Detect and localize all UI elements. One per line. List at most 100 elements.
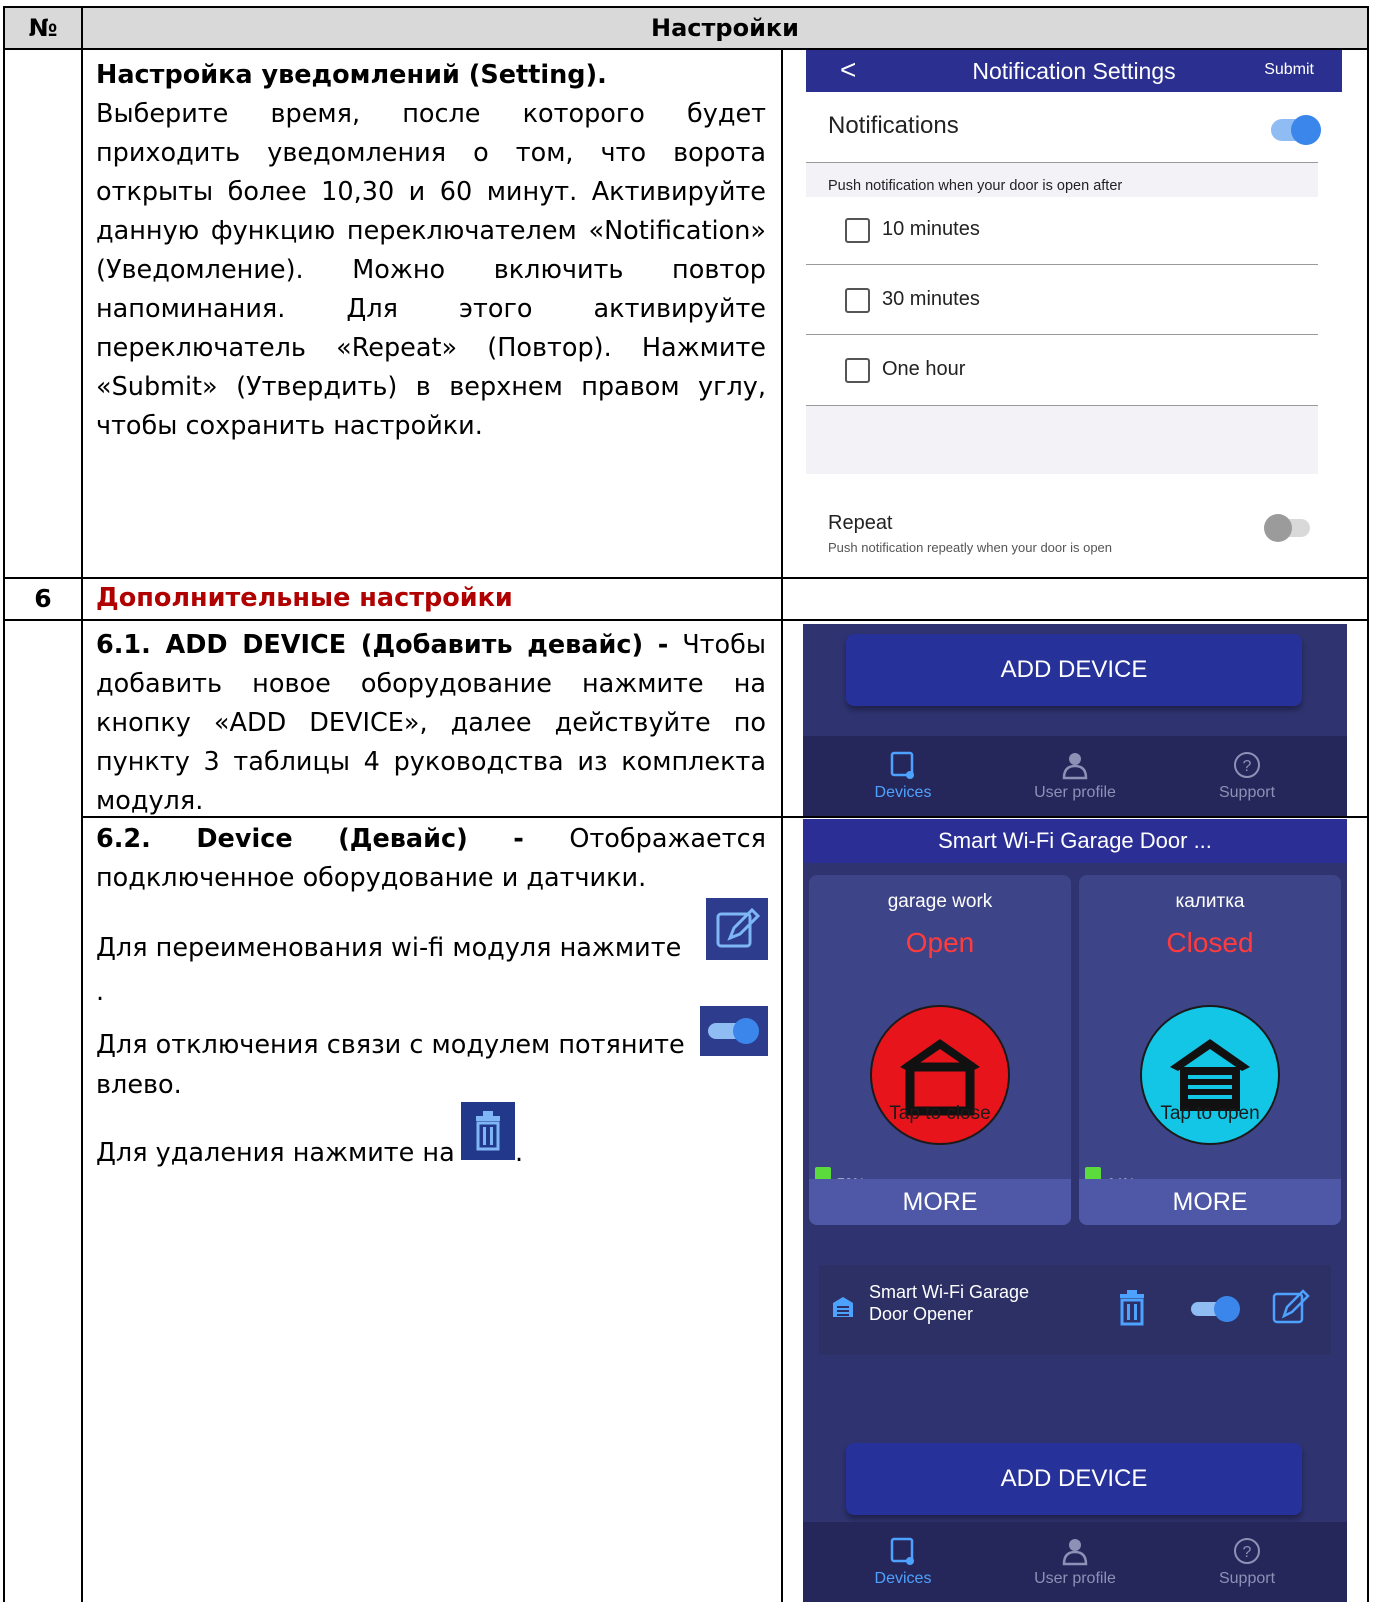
add-device-description: 6.1. ADD DEVICE (Добавить девайс) - Чтоб…	[96, 626, 766, 821]
add-device-screenshot: ADD DEVICE Devices User profile ? Suppor…	[803, 624, 1347, 816]
option-one-hour: One hour	[882, 358, 966, 380]
devices-icon	[890, 751, 914, 779]
help-icon: ?	[1234, 752, 1260, 778]
notification-settings-screenshot: < Notification Settings Submit Notificat…	[806, 50, 1342, 568]
bottom-nav: Devices User profile ? Support	[803, 1522, 1347, 1602]
repeat-description: Push notification repeatly when your doo…	[828, 540, 1113, 555]
checkbox-10-minutes[interactable]	[845, 218, 870, 243]
nav-user-profile-label: User profile	[1034, 1570, 1116, 1587]
add-device-button[interactable]: ADD DEVICE	[846, 1443, 1302, 1515]
nav-devices-label: Devices	[874, 784, 932, 801]
rename-dot: .	[96, 977, 105, 1007]
more-button[interactable]: MORE	[809, 1179, 1071, 1225]
device-lead-d: -	[513, 824, 524, 854]
user-icon	[1062, 1539, 1088, 1566]
toggle-icon	[700, 1006, 768, 1056]
more-button[interactable]: MORE	[1079, 1179, 1341, 1225]
add-device-lead: 6.1. ADD DEVICE (Добавить девайс) -	[96, 630, 669, 660]
device-card-gate[interactable]: калитка Closed Tap to open 64% MORE	[1079, 875, 1341, 1225]
nav-user-profile[interactable]: User profile	[1005, 750, 1145, 802]
device-lead-c: (Девайс)	[338, 824, 468, 854]
bottom-nav: Devices User profile ? Support	[803, 736, 1347, 816]
header-settings: Настройки	[650, 14, 799, 42]
add-device-button[interactable]: ADD DEVICE	[846, 634, 1302, 706]
notification-body: Выберите время, после которого будет при…	[96, 99, 766, 441]
row-divider-2	[3, 619, 1369, 621]
devices-screenshot: Smart Wi-Fi Garage Door ... garage work …	[803, 819, 1347, 1602]
toggle-knob	[1291, 115, 1321, 145]
door-action-label: Tap to open	[1160, 1103, 1260, 1124]
table-border-left	[3, 6, 5, 1602]
devices-icon	[890, 1537, 914, 1565]
delete-instruction: Для удаления нажмите на	[96, 1138, 455, 1168]
edit-icon[interactable]	[1271, 1287, 1311, 1327]
notification-description: Настройка уведомлений (Setting). Выберит…	[96, 56, 766, 446]
option-30-minutes: 30 minutes	[882, 288, 980, 310]
device-lead-b: Device	[196, 824, 293, 854]
trash-icon	[461, 1102, 515, 1160]
nav-devices[interactable]: Devices	[833, 1536, 973, 1588]
edit-icon	[706, 898, 768, 960]
connection-toggle[interactable]	[1189, 1293, 1243, 1325]
column-divider-2	[781, 48, 783, 1602]
app-bar: < Notification Settings Submit	[806, 50, 1342, 92]
toggle-knob	[1264, 514, 1292, 542]
nav-support[interactable]: ? Support	[1177, 1536, 1317, 1588]
nav-support[interactable]: ? Support	[1177, 750, 1317, 802]
card-name: garage work	[887, 891, 993, 912]
section-label: Push notification when your door is open…	[828, 178, 1123, 194]
svg-text:?: ?	[1243, 758, 1252, 775]
disconnect-instruction: Для отключения связи с модулем потяните	[96, 1030, 685, 1060]
spacer-bg	[806, 406, 1318, 474]
nav-devices-label: Devices	[874, 1570, 932, 1587]
device-card-garage[interactable]: garage work Open Tap to close 78% MORE	[809, 875, 1071, 1225]
devices-screen-title: Smart Wi-Fi Garage Door ...	[803, 819, 1347, 863]
door-action-label: Tap to close	[889, 1103, 991, 1124]
submit-button[interactable]: Submit	[1264, 61, 1314, 79]
notification-title: Настройка уведомлений (Setting).	[96, 60, 607, 90]
document-page: № Настройки Настройка уведомлений (Setti…	[0, 0, 1373, 1602]
notifications-toggle[interactable]	[1271, 115, 1321, 145]
card-name: калитка	[1175, 891, 1245, 912]
repeat-toggle[interactable]	[1264, 514, 1310, 542]
nav-support-label: Support	[1218, 1570, 1276, 1587]
device-description: 6.2. Device (Девайс) - Отображается подк…	[96, 820, 766, 898]
card-state: Closed	[1166, 927, 1254, 958]
row6-title: Дополнительные настройки	[96, 583, 513, 613]
delete-icon[interactable]	[1115, 1289, 1149, 1327]
nav-user-profile-label: User profile	[1034, 784, 1116, 801]
header-settings-cell: Настройки	[83, 8, 1367, 48]
row-divider-1	[3, 577, 1369, 579]
repeat-label: Repeat	[828, 512, 893, 534]
divider	[806, 264, 1318, 265]
device-lead-e: Отображается	[569, 824, 766, 854]
divider	[806, 334, 1318, 335]
option-10-minutes: 10 minutes	[882, 218, 980, 240]
nav-support-label: Support	[1218, 784, 1276, 801]
device-lead-a: 6.2.	[96, 824, 151, 854]
nav-devices[interactable]: Devices	[833, 750, 973, 802]
delete-dot: .	[515, 1138, 524, 1168]
row6-number: 6	[34, 584, 52, 613]
screen-title: Notification Settings	[972, 58, 1176, 84]
svg-text:?: ?	[1243, 1544, 1252, 1561]
table-border-right	[1367, 6, 1369, 1602]
checkbox-30-minutes[interactable]	[845, 288, 870, 313]
header-number-cell: №	[5, 8, 81, 48]
module-name: Smart Wi-Fi Garage Door Opener	[869, 1281, 1029, 1325]
module-name-line-1: Smart Wi-Fi Garage	[869, 1282, 1030, 1302]
checkbox-one-hour[interactable]	[845, 358, 870, 383]
header-number: №	[28, 14, 58, 42]
device-lead-rest: подключенное оборудование и датчики.	[96, 863, 647, 893]
user-icon	[1062, 753, 1088, 780]
disconnect-instruction-end: влево.	[96, 1070, 182, 1100]
device-list-item: Smart Wi-Fi Garage Door Opener	[819, 1265, 1331, 1355]
nav-user-profile[interactable]: User profile	[1005, 1536, 1145, 1588]
notifications-label: Notifications	[828, 112, 959, 139]
module-name-line-2: Door Opener	[869, 1304, 974, 1324]
help-icon: ?	[1234, 1538, 1260, 1564]
column-divider-1	[81, 6, 83, 1602]
module-icon	[833, 1297, 853, 1317]
card-state: Open	[905, 927, 975, 958]
rename-instruction: Для переименования wi-fi модуля нажмите	[96, 933, 682, 963]
